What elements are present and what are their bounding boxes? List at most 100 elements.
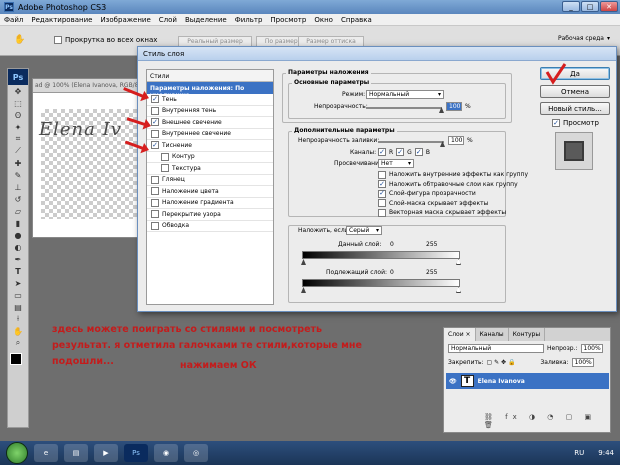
styles-header[interactable]: Стили [147, 70, 273, 82]
style-item[interactable]: ✓ Внешнее свечение [147, 117, 273, 129]
fill-opacity-input[interactable]: 100 [448, 136, 464, 145]
advanced-option-checkbox[interactable] [378, 170, 386, 179]
style-checkbox[interactable] [151, 187, 159, 196]
clone-stamp-icon[interactable]: ⊥ [8, 181, 28, 193]
cancel-button[interactable]: Отмена [540, 85, 610, 98]
style-checkbox[interactable] [151, 221, 159, 230]
menu-select[interactable]: Выделение [185, 16, 227, 24]
marquee-tool-icon[interactable]: ⬚ [8, 97, 28, 109]
close-button[interactable]: ✕ [600, 1, 618, 12]
style-item[interactable]: Контур [147, 152, 273, 163]
new-style-button[interactable]: Новый стиль... [540, 102, 610, 115]
style-item[interactable]: Обводка [147, 221, 273, 232]
style-checkbox[interactable] [151, 175, 159, 184]
style-checkbox[interactable] [151, 210, 159, 219]
advanced-option[interactable]: Наложить внутренние эффекты как группу [378, 170, 528, 180]
menu-edit[interactable]: Редактирование [31, 16, 92, 24]
style-item[interactable]: ✓ Тень [147, 94, 273, 106]
layer-opacity-input[interactable]: 100% [580, 344, 603, 353]
blur-tool-icon[interactable]: ● [8, 229, 28, 241]
mode-select[interactable]: Нормальный ▾ [366, 90, 444, 99]
menu-window[interactable]: Окно [314, 16, 333, 24]
explorer-icon[interactable]: ▤ [64, 444, 88, 462]
hand-tool-icon[interactable]: ✋ [14, 35, 25, 45]
history-brush-icon[interactable]: ↺ [8, 193, 28, 205]
fill-opacity-slider[interactable] [378, 141, 444, 143]
layer-fill-input[interactable]: 100% [571, 358, 594, 367]
advanced-option[interactable]: Слой-маска скрывает эффекты [378, 199, 528, 209]
app-icon[interactable]: ◎ [184, 444, 208, 462]
workspace-menu[interactable]: Рабочая среда ▾ [558, 35, 610, 42]
minimize-button[interactable]: _ [562, 1, 580, 12]
menu-filter[interactable]: Фильтр [235, 16, 263, 24]
gradient-tool-icon[interactable]: ▮ [8, 217, 28, 229]
layer-blend-mode-select[interactable]: Нормальный [448, 344, 544, 353]
slice-tool-icon[interactable]: ⟋ [8, 145, 28, 157]
type-tool-icon[interactable]: T [8, 265, 28, 277]
advanced-option-checkbox[interactable] [378, 199, 386, 208]
tab-paths[interactable]: Контуры [509, 328, 546, 341]
brush-tool-icon[interactable]: ✎ [8, 169, 28, 181]
style-checkbox[interactable]: ✓ [151, 141, 159, 150]
language-indicator[interactable]: RU [574, 449, 584, 457]
advanced-option[interactable]: ✓ Слой-фигура прозрачности [378, 189, 528, 199]
style-item[interactable]: ✓ Тиснение [147, 140, 273, 152]
notes-tool-icon[interactable]: ▤ [8, 301, 28, 313]
style-item[interactable]: Наложение градиента [147, 198, 273, 209]
path-selection-icon[interactable]: ➤ [8, 277, 28, 289]
style-checkbox[interactable]: ✓ [151, 95, 159, 104]
style-item[interactable]: Перекрытие узора [147, 209, 273, 221]
layer-actions-bar[interactable]: ⛓ fx ◑ ◔ ▢ ▣ 🗑 [484, 413, 610, 429]
style-item[interactable]: Наложение цвета [147, 186, 273, 198]
healing-brush-icon[interactable]: ✚ [8, 157, 28, 169]
lock-icons[interactable]: ▢ ✎ ✥ 🔒 [487, 359, 516, 366]
crop-tool-icon[interactable]: ⌗ [8, 133, 28, 145]
clock[interactable]: 9:44 [598, 449, 614, 457]
channel-g-checkbox[interactable]: ✓ [396, 148, 405, 156]
advanced-option[interactable]: ✓ Наложить обтравочные слои как группу [378, 180, 528, 190]
eye-icon[interactable]: 👁 [449, 378, 457, 385]
channel-r-checkbox[interactable]: ✓ [378, 148, 386, 156]
advanced-option-checkbox[interactable]: ✓ [378, 180, 386, 189]
advanced-option-checkbox[interactable]: ✓ [378, 189, 386, 198]
style-item[interactable]: Текстура [147, 163, 273, 175]
blend-if-select[interactable]: Серый ▾ [346, 226, 382, 235]
tab-layers[interactable]: Слои × [444, 328, 476, 341]
zoom-tool-icon[interactable]: ⌕ [8, 337, 28, 349]
dodge-tool-icon[interactable]: ◐ [8, 241, 28, 253]
preview-checkbox[interactable]: ✓ Просмотр [552, 119, 599, 127]
shape-tool-icon[interactable]: ▭ [8, 289, 28, 301]
style-checkbox[interactable] [161, 152, 169, 161]
style-checkbox[interactable] [161, 164, 169, 173]
pen-tool-icon[interactable]: ✒ [8, 253, 28, 265]
preview-check-box[interactable]: ✓ [552, 119, 560, 127]
eraser-tool-icon[interactable]: ▱ [8, 205, 28, 217]
scroll-all-checkbox[interactable]: Прокрутка во всех окнах [54, 36, 157, 44]
maximize-button[interactable]: □ [581, 1, 599, 12]
opacity-slider[interactable] [366, 107, 442, 109]
hand-tool-side-icon[interactable]: ✋ [8, 325, 28, 337]
start-button[interactable] [6, 442, 28, 464]
tab-channels[interactable]: Каналы [476, 328, 509, 341]
advanced-option[interactable]: Векторная маска скрывает эффекты [378, 208, 528, 218]
menu-help[interactable]: Справка [341, 16, 372, 24]
opacity-input[interactable]: 100 [446, 102, 462, 111]
blending-options-item[interactable]: Параметры наложения: По умолчанию [147, 82, 273, 99]
style-item[interactable]: Глянец [147, 175, 273, 186]
browser-icon[interactable]: ◉ [154, 444, 178, 462]
layer-row[interactable]: 👁 T Elena Ivanova [446, 373, 609, 389]
style-item[interactable]: Внутренняя тень [147, 106, 273, 117]
style-checkbox[interactable] [151, 198, 159, 207]
menu-image[interactable]: Изображение [100, 16, 150, 24]
knockout-select[interactable]: Нет ▾ [378, 159, 414, 168]
photoshop-taskbar-icon[interactable]: Ps [124, 444, 148, 462]
scroll-all-check-box[interactable] [54, 36, 62, 44]
menu-view[interactable]: Просмотр [270, 16, 306, 24]
style-checkbox[interactable] [151, 129, 159, 138]
menu-layer[interactable]: Слой [159, 16, 177, 24]
advanced-option-checkbox[interactable] [378, 208, 386, 217]
lasso-tool-icon[interactable]: ʘ [8, 109, 28, 121]
move-tool-icon[interactable]: ✥ [8, 85, 28, 97]
style-checkbox[interactable] [151, 106, 159, 115]
foreground-color-swatch[interactable] [10, 353, 22, 365]
